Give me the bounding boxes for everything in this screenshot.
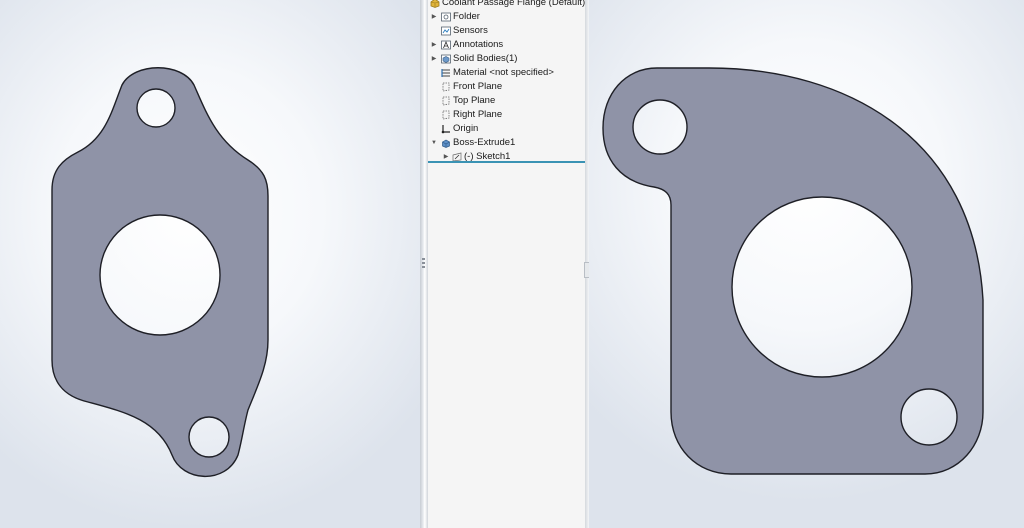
sensors-icon (441, 26, 451, 36)
plane-icon (441, 96, 451, 106)
tree-item-right-plane[interactable]: Right Plane (428, 108, 585, 122)
origin-icon (441, 124, 451, 134)
tree-item-solid-bodies[interactable]: ▶ Solid Bodies(1) (428, 52, 585, 66)
plane-icon (441, 82, 451, 92)
rollback-bar[interactable] (428, 161, 585, 163)
tree-item-origin[interactable]: Origin (428, 122, 585, 136)
flange-outline[interactable] (602, 67, 984, 475)
material-icon (441, 68, 451, 78)
tree-item-label: Folder (453, 11, 480, 22)
boss-extrude-icon (441, 138, 451, 148)
tree-item-label: Front Plane (453, 81, 503, 92)
tree-item-material[interactable]: Material <not specified> (428, 66, 585, 80)
splitter-grip (422, 266, 425, 268)
splitter-grip (422, 258, 425, 260)
tree-item-front-plane[interactable]: Front Plane (428, 80, 585, 94)
tree-item-label: Annotations (453, 39, 504, 50)
panel-splitter-left[interactable] (420, 0, 428, 528)
part-name-label: Coolant Passage Flange (Default) << (442, 0, 599, 8)
tree-item-sensors[interactable]: Sensors (428, 24, 585, 38)
annotations-icon (441, 40, 451, 50)
tree-item-label: Top Plane (453, 95, 496, 106)
tree-item-label: Material <not specified> (453, 67, 554, 78)
tree-item-label: Solid Bodies(1) (453, 53, 518, 64)
tree-item-label: Sensors (453, 25, 488, 36)
flange-part-view-left[interactable] (0, 0, 420, 528)
plane-icon (441, 110, 451, 120)
graphics-viewport-left[interactable] (0, 0, 420, 528)
tree-item-label: Origin (453, 123, 479, 134)
flange-part-view-right[interactable] (589, 0, 1024, 528)
tree-item-label: Right Plane (453, 109, 503, 120)
tree-item-label: Boss-Extrude1 (453, 137, 516, 148)
expand-arrow-icon[interactable]: ▶ (430, 10, 438, 24)
tree-item-top-plane[interactable]: Top Plane (428, 94, 585, 108)
collapse-arrow-icon[interactable]: ▼ (430, 136, 438, 150)
feature-manager-tree: Coolant Passage Flange (Default) << ▶ Fo… (428, 0, 599, 528)
solid-bodies-icon (441, 54, 451, 64)
tree-item-folder[interactable]: ▶ Folder (428, 10, 585, 24)
tree-part-name[interactable]: Coolant Passage Flange (Default) << (428, 0, 599, 10)
tree-item-annotations[interactable]: ▶ Annotations (428, 38, 585, 52)
splitter-grip (422, 262, 425, 264)
part-icon (430, 0, 440, 8)
graphics-viewport-right[interactable] (589, 0, 1024, 528)
tree-item-boss-extrude1[interactable]: ▼ Boss-Extrude1 (428, 136, 585, 150)
expand-arrow-icon[interactable]: ▶ (430, 52, 438, 66)
folder-icon (441, 12, 451, 22)
solidworks-window: Coolant Passage Flange (Default) << ▶ Fo… (0, 0, 1024, 528)
flange-outline[interactable] (51, 67, 269, 477)
expand-arrow-icon[interactable]: ▶ (430, 38, 438, 52)
